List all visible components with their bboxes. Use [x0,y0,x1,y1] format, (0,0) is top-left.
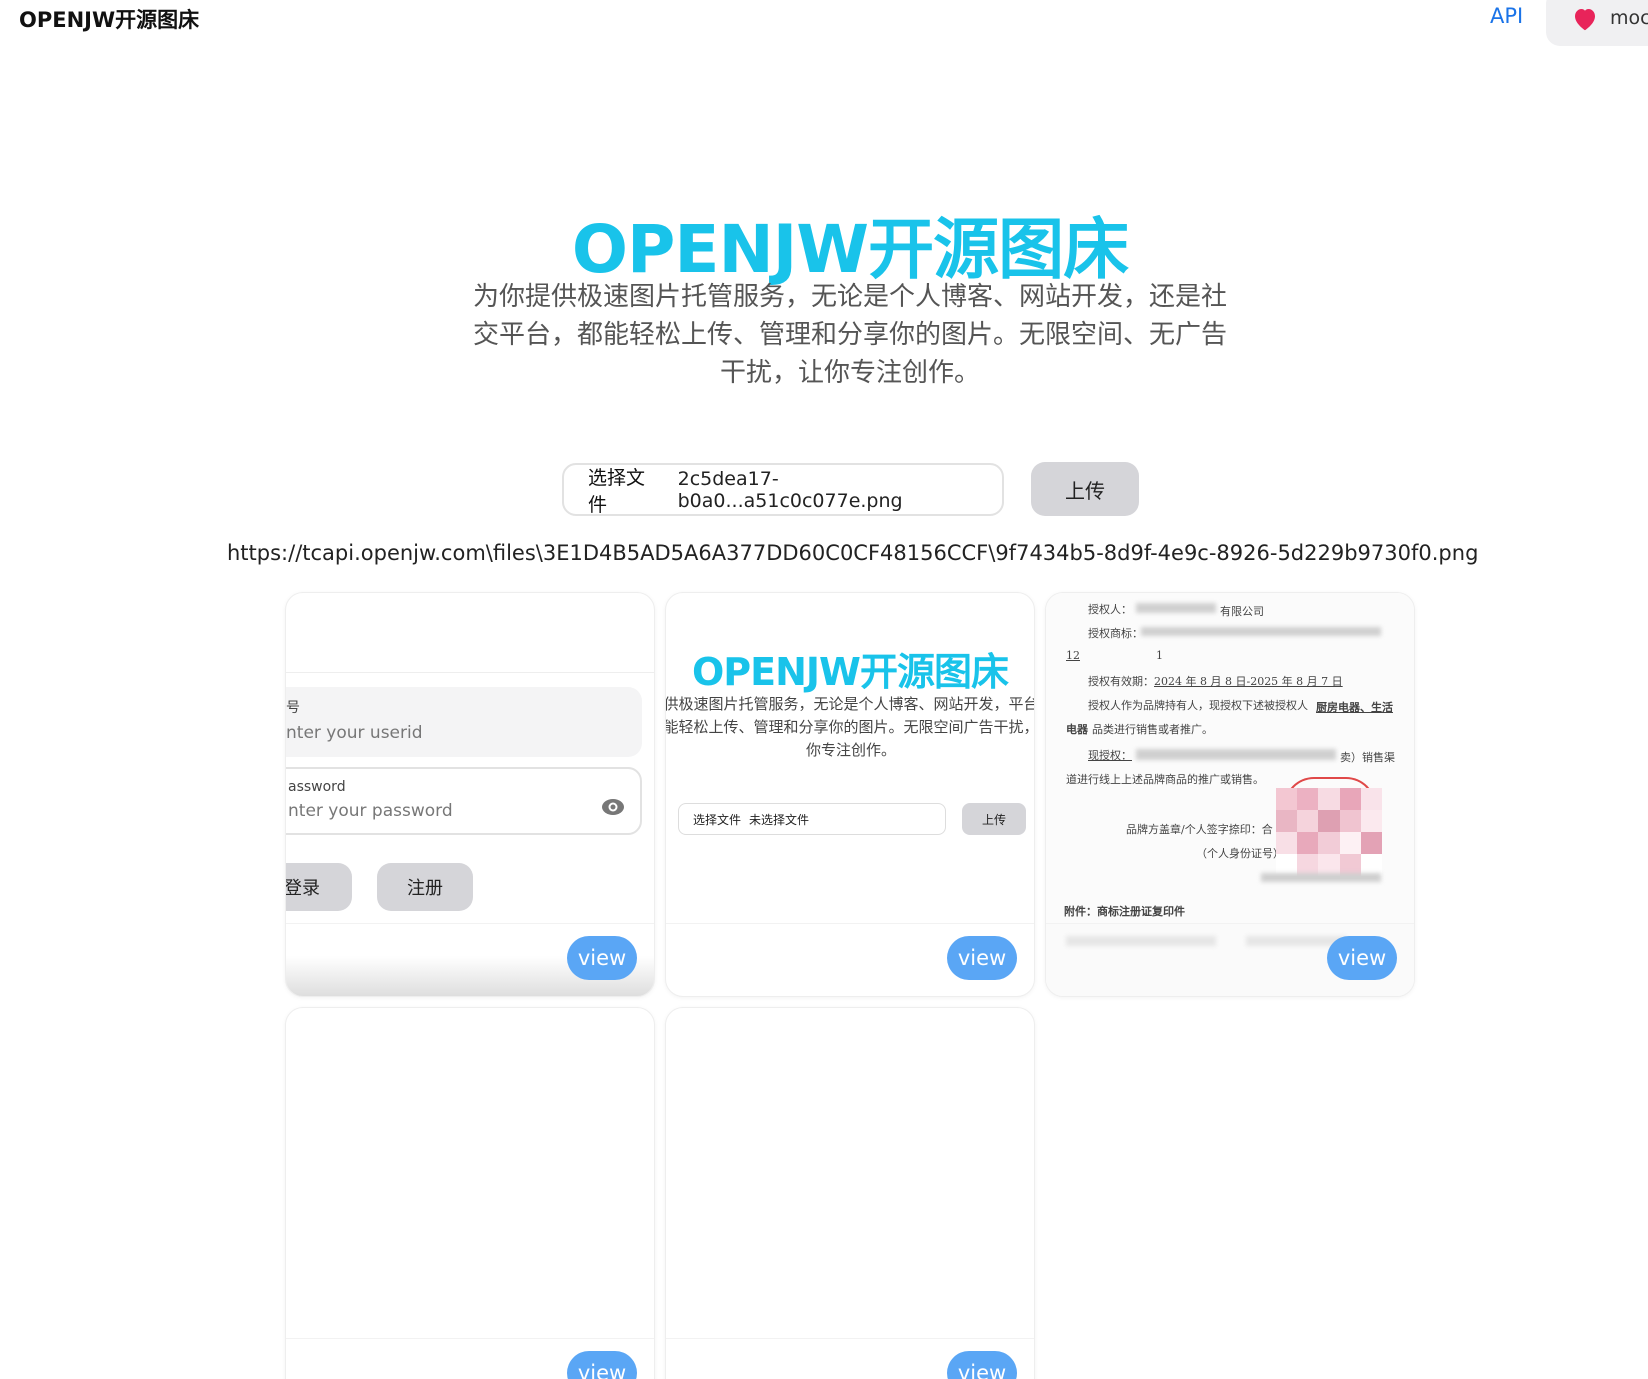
preview-title: OPENJW开源图床 [692,650,1009,694]
preview-topbar [286,593,654,673]
doc-line: 授权有效期： [1088,675,1154,688]
user-name: moc [1610,7,1648,29]
image-card: view [285,1007,655,1379]
image-card: 授权人： 有限公司 授权商标： 12 1 授权有效期： 2024 年 8 月 8… [1045,592,1415,997]
brand-title[interactable]: OPENJW开源图床 [19,4,199,34]
preview-choose-file: 选择文件 [693,812,742,827]
preview-file-status: 未选择文件 [749,812,810,827]
hero-subtitle: 为你提供极速图片托管服务，无论是个人博客、网站开发，还是社交平台，都能轻松上传、… [472,282,1227,388]
preview-file-input: 选择文件 未选择文件 [678,803,946,835]
upload-button[interactable]: 上传 [1031,462,1139,516]
document-image: 授权人： 有限公司 授权商标： 12 1 授权有效期： 2024 年 8 月 8… [1046,593,1414,933]
preview-field-label: assword [288,779,346,795]
doc-line: 1 [1156,649,1163,662]
redacted-block [1141,627,1381,636]
doc-line: （个人身份证号） [1196,847,1284,860]
doc-line: 现授权： [1088,749,1132,762]
redacted-block [1261,873,1381,882]
doc-line: 2024 年 8 月 8 日-2025 年 8 月 7 日 [1154,675,1343,688]
doc-line: 附件：商标注册证复印件 [1064,905,1185,918]
image-card: 号 nter your userid assword nter your pas… [285,592,655,997]
doc-line: 品类进行销售或者推广。 [1092,723,1213,736]
doc-line: 授权人： [1088,603,1132,616]
view-button[interactable]: view [567,936,637,980]
image-preview[interactable]: 授权人： 有限公司 授权商标： 12 1 授权有效期： 2024 年 8 月 8… [1046,593,1414,933]
eye-icon [602,799,624,815]
view-button[interactable]: view [1327,936,1397,980]
pixelated-signature [1276,788,1382,876]
heart-icon [1575,9,1595,31]
redacted-block [1136,603,1216,613]
doc-line: 厨房电器、生活 [1316,701,1393,714]
preview-field-label: 号 [286,700,300,716]
view-button[interactable]: view [947,936,1017,980]
image-preview[interactable] [286,1008,654,1338]
doc-line: 授权人作为品牌持有人，现授权下述被授权人 [1088,699,1308,712]
preview-subtitle: 提供极速图片托管服务，无论是个人博客、网站开发，平台，都能轻松上传、管理和分享你… [666,695,1034,759]
doc-line: 12 [1066,649,1080,662]
api-link[interactable]: API [1490,4,1523,28]
preview-field-placeholder: nter your password [288,801,453,821]
preview-field-placeholder: nter your userid [286,723,423,743]
view-button[interactable]: view [947,1351,1017,1379]
image-card: OPENJW开源图床 提供极速图片托管服务，无论是个人博客、网站开发，平台，都能… [665,592,1035,997]
preview-register-button: 注册 [377,863,473,911]
doc-line: 电器 [1066,723,1088,736]
file-name: 2c5dea17-b0a0...a51c0c077e.png [677,467,903,512]
image-preview[interactable]: 号 nter your userid assword nter your pas… [286,593,654,923]
image-card: view [665,1007,1035,1379]
doc-line: 道进行线上上述品牌商品的推广或销售。 [1066,773,1264,786]
doc-line: 卖）销售渠 [1340,751,1395,764]
preview-userid-field: 号 nter your userid [286,687,642,757]
image-preview[interactable]: OPENJW开源图床 提供极速图片托管服务，无论是个人博客、网站开发，平台，都能… [666,593,1034,923]
preview-login-button: 登录 [286,863,352,911]
image-preview[interactable] [666,1008,1034,1338]
preview-password-field: assword nter your password [286,767,642,835]
redacted-block [1136,749,1336,760]
view-button[interactable]: view [567,1351,637,1379]
doc-line: 授权商标： [1088,627,1143,640]
doc-line: 品牌方盖章/个人签字捺印：合 [1126,823,1273,836]
blurred-strip [1066,936,1216,946]
user-menu[interactable]: moc [1546,0,1648,46]
choose-file-button[interactable]: 选择文件 [588,463,664,517]
result-url[interactable]: https://tcapi.openjw.com\files\3E1D4B5AD… [227,541,1478,565]
preview-upload-button: 上传 [962,803,1026,835]
file-input[interactable]: 选择文件 2c5dea17-b0a0...a51c0c077e.png [562,463,1004,516]
doc-line: 有限公司 [1220,605,1264,618]
